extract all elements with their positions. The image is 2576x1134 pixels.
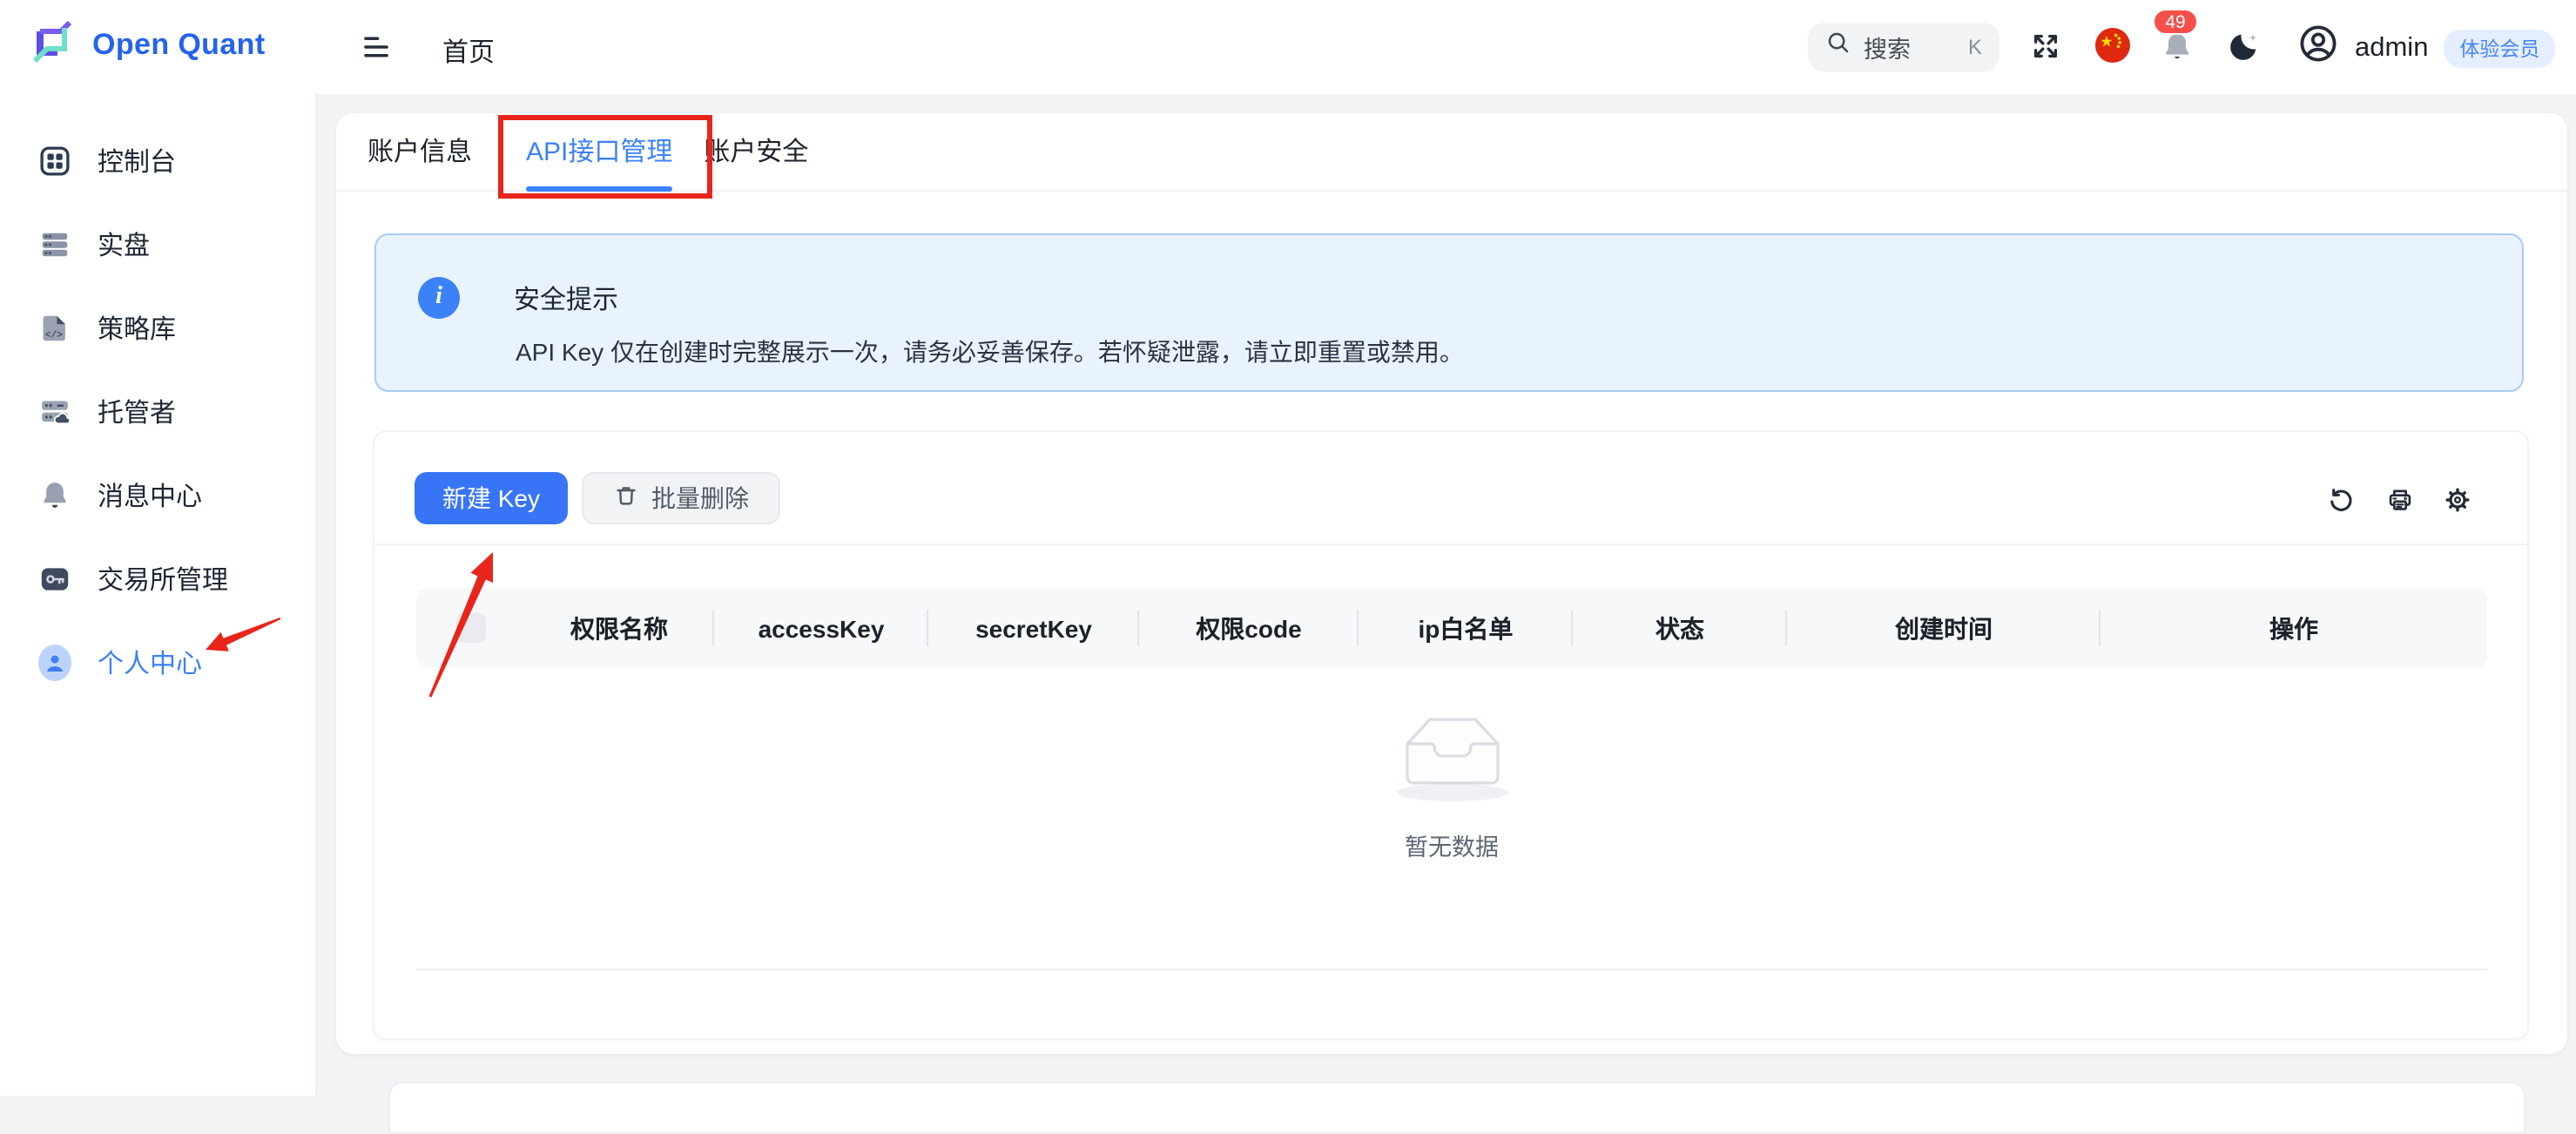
sidebar-item-label: 策略库 bbox=[98, 309, 176, 346]
key-icon bbox=[38, 562, 71, 595]
empty-state: 暂无数据 bbox=[416, 693, 2487, 862]
sidebar-item-personal-center[interactable]: 个人中心 bbox=[0, 620, 315, 704]
sidebar-item-strategy-library[interactable]: </> 策略库 bbox=[0, 286, 315, 369]
brand-logo-icon bbox=[26, 14, 78, 75]
main-content: 账户信息 API接口管理 账户安全 i 安全提示 API Key 仅在创建时完整… bbox=[317, 94, 2576, 1096]
sidebar-item-host[interactable]: 托管者 bbox=[0, 369, 315, 453]
alert-title: 安全提示 bbox=[514, 280, 618, 317]
tabs-bar: 账户信息 API接口管理 账户安全 bbox=[336, 113, 2567, 192]
col-created-time: 创建时间 bbox=[1787, 589, 2101, 667]
svg-text:</>: </> bbox=[45, 329, 63, 340]
refresh-icon[interactable] bbox=[2327, 486, 2355, 514]
notification-bell-icon[interactable] bbox=[2160, 30, 2195, 64]
breadcrumb[interactable]: 首页 bbox=[442, 33, 495, 70]
empty-box-icon bbox=[1368, 693, 1535, 813]
tab-api-management[interactable]: API接口管理 bbox=[526, 112, 672, 191]
search-placeholder: 搜索 bbox=[1864, 30, 1911, 64]
user-menu[interactable]: admin 体验会员 bbox=[2297, 23, 2555, 73]
table-header: 权限名称 accessKey secretKey 权限code ip白名单 状态… bbox=[416, 589, 2487, 667]
servers-icon bbox=[38, 227, 71, 260]
col-permission-code: 权限code bbox=[1139, 589, 1359, 667]
search-shortcut: K bbox=[1968, 35, 1982, 59]
username: admin bbox=[2355, 32, 2428, 64]
col-actions: 操作 bbox=[2101, 589, 2487, 667]
toolbar-divider bbox=[374, 543, 2527, 545]
bell-icon bbox=[38, 478, 71, 511]
host-server-icon bbox=[38, 395, 71, 428]
sidebar-item-exchange-management[interactable]: 交易所管理 bbox=[0, 537, 315, 620]
membership-badge: 体验会员 bbox=[2444, 29, 2555, 67]
avatar-icon bbox=[2297, 23, 2339, 73]
col-secret-key: secretKey bbox=[928, 589, 1139, 667]
tab-account-security[interactable]: 账户安全 bbox=[704, 112, 808, 191]
batch-delete-button[interactable]: 批量删除 bbox=[582, 472, 780, 524]
fullscreen-icon[interactable] bbox=[2029, 30, 2064, 64]
dark-mode-moon-icon[interactable] bbox=[2226, 30, 2261, 64]
sidebar-item-label: 托管者 bbox=[98, 393, 176, 429]
empty-text: 暂无数据 bbox=[1405, 827, 1499, 862]
sidebar: 控制台 实盘 bbox=[0, 0, 317, 1096]
sidebar-item-label: 交易所管理 bbox=[98, 560, 228, 597]
brand-name: Open Quant bbox=[92, 27, 266, 62]
info-icon: i bbox=[418, 277, 460, 319]
tab-account-info[interactable]: 账户信息 bbox=[368, 112, 472, 191]
profile-card: 账户信息 API接口管理 账户安全 i 安全提示 API Key 仅在创建时完整… bbox=[336, 113, 2567, 1054]
select-all-cell bbox=[416, 589, 524, 667]
sidebar-item-label: 实盘 bbox=[98, 226, 150, 262]
app: Open Quant 首页 搜索 K bbox=[0, 0, 2576, 1096]
search-input[interactable]: 搜索 K bbox=[1808, 23, 1999, 71]
col-status: 状态 bbox=[1573, 589, 1787, 667]
print-icon[interactable] bbox=[2386, 486, 2414, 514]
alert-description: API Key 仅在创建时完整展示一次，请务必妥善保存。若怀疑泄露，请立即重置或… bbox=[516, 334, 1464, 369]
search-icon bbox=[1825, 30, 1851, 64]
sidebar-item-label: 控制台 bbox=[98, 142, 176, 179]
notification-badge: 49 bbox=[2153, 9, 2198, 35]
sidebar-item-live-trading[interactable]: 实盘 bbox=[0, 202, 315, 286]
col-permission-name: 权限名称 bbox=[524, 589, 714, 667]
active-tab-underline bbox=[526, 186, 672, 191]
sidebar-item-label: 消息中心 bbox=[98, 476, 202, 513]
table-bottom-divider bbox=[416, 969, 2487, 970]
language-flag-icon[interactable] bbox=[2095, 28, 2130, 63]
user-icon bbox=[38, 645, 71, 678]
trash-icon bbox=[613, 483, 639, 514]
brand-logo[interactable]: Open Quant bbox=[26, 14, 266, 75]
strategy-file-icon: </> bbox=[38, 311, 71, 344]
sidebar-item-label: 个人中心 bbox=[98, 644, 202, 680]
col-ip-whitelist: ip白名单 bbox=[1359, 589, 1573, 667]
settings-gear-icon[interactable] bbox=[2444, 486, 2471, 514]
security-alert: i 安全提示 API Key 仅在创建时完整展示一次，请务必妥善保存。若怀疑泄露… bbox=[374, 233, 2524, 392]
new-key-button[interactable]: 新建 Key bbox=[415, 472, 568, 524]
dashboard-icon bbox=[38, 144, 71, 177]
sidebar-item-console[interactable]: 控制台 bbox=[0, 118, 315, 202]
api-key-table-card: 新建 Key 批量删除 bbox=[373, 430, 2529, 1040]
menu-collapse-icon[interactable] bbox=[361, 31, 392, 63]
col-access-key: accessKey bbox=[714, 589, 928, 667]
batch-delete-label: 批量删除 bbox=[651, 481, 749, 516]
select-all-checkbox[interactable] bbox=[455, 613, 485, 643]
top-header: Open Quant 首页 搜索 K bbox=[0, 0, 2576, 94]
sidebar-item-message-center[interactable]: 消息中心 bbox=[0, 453, 315, 537]
next-section-card bbox=[388, 1082, 2525, 1134]
